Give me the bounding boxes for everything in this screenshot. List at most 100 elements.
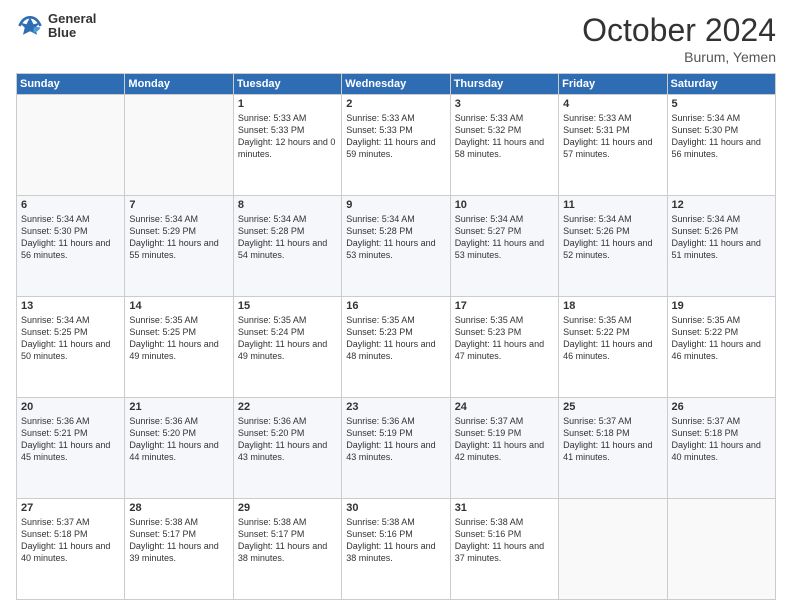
calendar-cell: 27 Sunrise: 5:37 AMSunset: 5:18 PMDayligh… <box>17 499 125 600</box>
day-number: 28 <box>129 502 228 514</box>
day-info: Sunrise: 5:34 AMSunset: 5:26 PMDaylight:… <box>563 213 662 262</box>
day-number: 15 <box>238 300 337 312</box>
weekday-header-monday: Monday <box>125 74 233 95</box>
calendar-cell: 16 Sunrise: 5:35 AMSunset: 5:23 PMDayligh… <box>342 297 450 398</box>
day-number: 6 <box>21 199 120 211</box>
day-info: Sunrise: 5:35 AMSunset: 5:25 PMDaylight:… <box>129 314 228 363</box>
calendar-cell: 21 Sunrise: 5:36 AMSunset: 5:20 PMDayligh… <box>125 398 233 499</box>
weekday-header-row: SundayMondayTuesdayWednesdayThursdayFrid… <box>17 74 776 95</box>
calendar-cell: 2Sunrise: 5:33 AMSunset: 5:33 PMDaylight… <box>342 95 450 196</box>
week-row-5: 27 Sunrise: 5:37 AMSunset: 5:18 PMDayligh… <box>17 499 776 600</box>
day-info: Sunrise: 5:35 AMSunset: 5:22 PMDaylight:… <box>563 314 662 363</box>
location-subtitle: Burum, Yemen <box>582 49 776 65</box>
day-info: Sunrise: 5:34 AMSunset: 5:30 PMDaylight:… <box>672 112 771 161</box>
day-info: Sunrise: 5:37 AMSunset: 5:19 PMDaylight:… <box>455 415 554 464</box>
day-info: Sunrise: 5:36 AMSunset: 5:21 PMDaylight:… <box>21 415 120 464</box>
day-info: Sunrise: 5:37 AMSunset: 5:18 PMDaylight:… <box>563 415 662 464</box>
day-number: 22 <box>238 401 337 413</box>
calendar-cell: 19 Sunrise: 5:35 AMSunset: 5:22 PMDayligh… <box>667 297 775 398</box>
day-info: Sunrise: 5:33 AMSunset: 5:32 PMDaylight:… <box>455 112 554 161</box>
day-number: 30 <box>346 502 445 514</box>
calendar-cell <box>17 95 125 196</box>
day-info: Sunrise: 5:33 AMSunset: 5:33 PMDaylight:… <box>238 112 337 161</box>
calendar-cell: 23 Sunrise: 5:36 AMSunset: 5:19 PMDayligh… <box>342 398 450 499</box>
day-info: Sunrise: 5:35 AMSunset: 5:23 PMDaylight:… <box>455 314 554 363</box>
calendar-cell: 31 Sunrise: 5:38 AMSunset: 5:16 PMDayligh… <box>450 499 558 600</box>
day-number: 4 <box>563 98 662 110</box>
day-number: 8 <box>238 199 337 211</box>
day-number: 1 <box>238 98 337 110</box>
weekday-header-saturday: Saturday <box>667 74 775 95</box>
logo-text: General Blue <box>48 12 96 41</box>
logo: General Blue <box>16 12 96 41</box>
day-number: 9 <box>346 199 445 211</box>
day-number: 31 <box>455 502 554 514</box>
calendar-cell: 11Sunrise: 5:34 AMSunset: 5:26 PMDayligh… <box>559 196 667 297</box>
page: General Blue October 2024 Burum, Yemen S… <box>0 0 792 612</box>
day-info: Sunrise: 5:38 AMSunset: 5:17 PMDaylight:… <box>129 516 228 565</box>
calendar-cell <box>125 95 233 196</box>
day-info: Sunrise: 5:35 AMSunset: 5:22 PMDaylight:… <box>672 314 771 363</box>
day-info: Sunrise: 5:34 AMSunset: 5:28 PMDaylight:… <box>346 213 445 262</box>
day-info: Sunrise: 5:34 AMSunset: 5:29 PMDaylight:… <box>129 213 228 262</box>
day-number: 16 <box>346 300 445 312</box>
day-number: 20 <box>21 401 120 413</box>
calendar-cell: 20 Sunrise: 5:36 AMSunset: 5:21 PMDayligh… <box>17 398 125 499</box>
day-number: 2 <box>346 98 445 110</box>
day-number: 24 <box>455 401 554 413</box>
day-number: 19 <box>672 300 771 312</box>
day-number: 23 <box>346 401 445 413</box>
day-info: Sunrise: 5:36 AMSunset: 5:20 PMDaylight:… <box>238 415 337 464</box>
calendar-cell: 6 Sunrise: 5:34 AMSunset: 5:30 PMDaylight… <box>17 196 125 297</box>
calendar-cell: 12 Sunrise: 5:34 AMSunset: 5:26 PMDayligh… <box>667 196 775 297</box>
calendar-cell: 8Sunrise: 5:34 AMSunset: 5:28 PMDaylight… <box>233 196 341 297</box>
day-number: 3 <box>455 98 554 110</box>
day-info: Sunrise: 5:34 AMSunset: 5:27 PMDaylight:… <box>455 213 554 262</box>
calendar-cell: 22 Sunrise: 5:36 AMSunset: 5:20 PMDayligh… <box>233 398 341 499</box>
day-info: Sunrise: 5:37 AMSunset: 5:18 PMDaylight:… <box>21 516 120 565</box>
day-number: 18 <box>563 300 662 312</box>
day-info: Sunrise: 5:35 AMSunset: 5:24 PMDaylight:… <box>238 314 337 363</box>
day-number: 17 <box>455 300 554 312</box>
calendar-cell: 10Sunrise: 5:34 AMSunset: 5:27 PMDayligh… <box>450 196 558 297</box>
weekday-header-thursday: Thursday <box>450 74 558 95</box>
logo-line2: Blue <box>48 26 96 40</box>
weekday-header-friday: Friday <box>559 74 667 95</box>
calendar-cell: 25 Sunrise: 5:37 AMSunset: 5:18 PMDayligh… <box>559 398 667 499</box>
day-number: 12 <box>672 199 771 211</box>
header: General Blue October 2024 Burum, Yemen <box>16 12 776 65</box>
calendar-cell: 17 Sunrise: 5:35 AMSunset: 5:23 PMDayligh… <box>450 297 558 398</box>
logo-icon <box>16 12 44 40</box>
calendar-cell: 5 Sunrise: 5:34 AMSunset: 5:30 PMDaylight… <box>667 95 775 196</box>
day-number: 25 <box>563 401 662 413</box>
day-info: Sunrise: 5:38 AMSunset: 5:16 PMDaylight:… <box>455 516 554 565</box>
day-number: 27 <box>21 502 120 514</box>
calendar-cell: 24 Sunrise: 5:37 AMSunset: 5:19 PMDayligh… <box>450 398 558 499</box>
calendar-cell: 7Sunrise: 5:34 AMSunset: 5:29 PMDaylight… <box>125 196 233 297</box>
logo-line1: General <box>48 12 96 26</box>
day-info: Sunrise: 5:35 AMSunset: 5:23 PMDaylight:… <box>346 314 445 363</box>
day-info: Sunrise: 5:34 AMSunset: 5:26 PMDaylight:… <box>672 213 771 262</box>
month-title: October 2024 <box>582 12 776 49</box>
day-info: Sunrise: 5:36 AMSunset: 5:20 PMDaylight:… <box>129 415 228 464</box>
calendar-cell: 29Sunrise: 5:38 AMSunset: 5:17 PMDayligh… <box>233 499 341 600</box>
day-number: 5 <box>672 98 771 110</box>
day-number: 26 <box>672 401 771 413</box>
day-number: 21 <box>129 401 228 413</box>
calendar-cell: 15 Sunrise: 5:35 AMSunset: 5:24 PMDayligh… <box>233 297 341 398</box>
weekday-header-sunday: Sunday <box>17 74 125 95</box>
weekday-header-wednesday: Wednesday <box>342 74 450 95</box>
calendar-cell: 14 Sunrise: 5:35 AMSunset: 5:25 PMDayligh… <box>125 297 233 398</box>
calendar-cell: 4 Sunrise: 5:33 AMSunset: 5:31 PMDaylight… <box>559 95 667 196</box>
day-info: Sunrise: 5:33 AMSunset: 5:31 PMDaylight:… <box>563 112 662 161</box>
calendar-cell: 1 Sunrise: 5:33 AMSunset: 5:33 PMDaylight… <box>233 95 341 196</box>
calendar-cell <box>667 499 775 600</box>
day-number: 14 <box>129 300 228 312</box>
day-info: Sunrise: 5:38 AMSunset: 5:17 PMDaylight:… <box>238 516 337 565</box>
calendar-cell: 3 Sunrise: 5:33 AMSunset: 5:32 PMDaylight… <box>450 95 558 196</box>
day-info: Sunrise: 5:34 AMSunset: 5:30 PMDaylight:… <box>21 213 120 262</box>
title-block: October 2024 Burum, Yemen <box>582 12 776 65</box>
week-row-4: 20 Sunrise: 5:36 AMSunset: 5:21 PMDayligh… <box>17 398 776 499</box>
day-info: Sunrise: 5:36 AMSunset: 5:19 PMDaylight:… <box>346 415 445 464</box>
calendar-cell: 13Sunrise: 5:34 AMSunset: 5:25 PMDayligh… <box>17 297 125 398</box>
